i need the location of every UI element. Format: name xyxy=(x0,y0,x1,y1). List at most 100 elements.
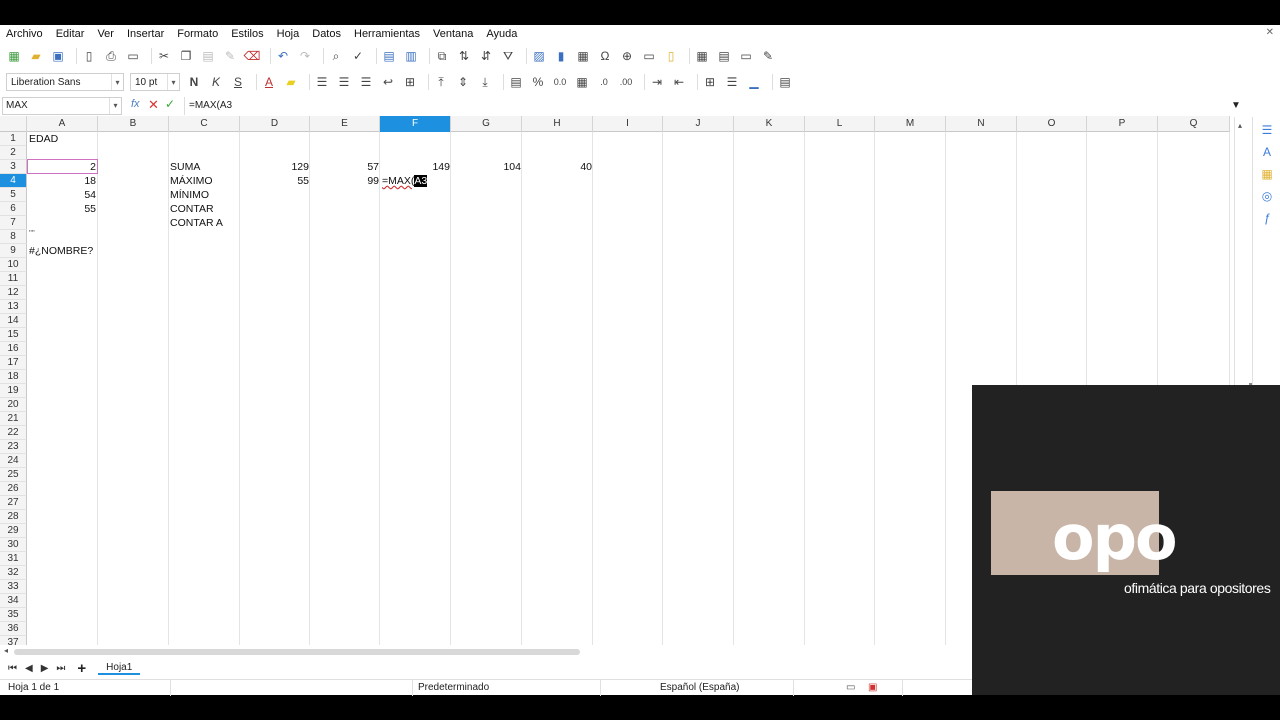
column-header-i[interactable]: I xyxy=(593,116,663,132)
column-header-k[interactable]: K xyxy=(734,116,805,132)
number-format-button[interactable]: 0.0 xyxy=(552,74,568,90)
row-header[interactable]: 21 xyxy=(0,412,27,426)
previous-sheet-icon[interactable]: ◀ xyxy=(25,663,33,674)
row-header[interactable]: 9 xyxy=(0,244,27,258)
row-header[interactable]: 19 xyxy=(0,384,27,398)
chevron-down-icon[interactable]: ▾ xyxy=(111,74,123,90)
row-header[interactable]: 18 xyxy=(0,370,27,384)
define-print-area-icon[interactable]: ▦ xyxy=(694,48,710,64)
row-header[interactable]: 3 xyxy=(0,160,27,174)
column-icon[interactable]: ▥ xyxy=(403,48,419,64)
cancel-icon[interactable]: ✕ xyxy=(148,97,159,113)
cell-a1[interactable]: EDAD xyxy=(29,132,97,146)
accept-icon[interactable]: ✓ xyxy=(165,97,175,111)
row-header[interactable]: 13 xyxy=(0,300,27,314)
column-header-d[interactable]: D xyxy=(240,116,310,132)
navigator-icon[interactable]: ◎ xyxy=(1259,189,1275,205)
column-header-p[interactable]: P xyxy=(1087,116,1158,132)
name-box[interactable]: MAX ▾ xyxy=(2,97,122,115)
row-header[interactable]: 20 xyxy=(0,398,27,412)
cut-icon[interactable]: ✂ xyxy=(156,48,172,64)
menu-ver[interactable]: Ver xyxy=(97,28,114,40)
auto-filter-icon[interactable]: ⧉ xyxy=(434,48,450,64)
align-right-icon[interactable]: ☰ xyxy=(358,74,374,90)
cell-a4[interactable]: 18 xyxy=(27,174,96,188)
row-header[interactable]: 26 xyxy=(0,482,27,496)
cell-c3[interactable]: SUMA xyxy=(170,160,238,174)
decrease-indent-icon[interactable]: ⇤ xyxy=(671,74,687,90)
cell-a6[interactable]: 55 xyxy=(27,202,96,216)
row-header[interactable]: 28 xyxy=(0,510,27,524)
page-style[interactable]: Predeterminado xyxy=(418,682,489,693)
row-header[interactable]: 35 xyxy=(0,608,27,622)
date-format-icon[interactable]: ▦ xyxy=(574,74,590,90)
export-pdf-icon[interactable]: ▯ xyxy=(81,48,97,64)
bold-button[interactable]: N xyxy=(186,74,202,90)
column-header-b[interactable]: B xyxy=(98,116,169,132)
underline-button[interactable]: S xyxy=(230,74,246,90)
first-sheet-icon[interactable]: ⏮ xyxy=(8,663,17,674)
row-header[interactable]: 23 xyxy=(0,440,27,454)
cell-a5[interactable]: 54 xyxy=(27,188,96,202)
column-header-j[interactable]: J xyxy=(663,116,734,132)
hyperlink-icon[interactable]: ⊕ xyxy=(619,48,635,64)
last-sheet-icon[interactable]: ⏭ xyxy=(56,663,65,674)
row-header[interactable]: 1 xyxy=(0,132,27,146)
special-character-icon[interactable]: Ω xyxy=(597,48,613,64)
chevron-down-icon[interactable]: ▾ xyxy=(109,98,121,114)
sort-ascending-icon[interactable]: ⇅ xyxy=(456,48,472,64)
scrollbar-thumb[interactable] xyxy=(14,649,580,655)
cell-a8[interactable]: "" xyxy=(29,227,97,241)
column-header-o[interactable]: O xyxy=(1017,116,1087,132)
column-header-a[interactable]: A xyxy=(27,116,98,132)
show-draw-functions-icon[interactable]: ✎ xyxy=(760,48,776,64)
align-bottom-icon[interactable]: ⤓ xyxy=(477,74,493,90)
menu-datos[interactable]: Datos xyxy=(312,28,341,40)
cell-a3[interactable]: 2 xyxy=(27,160,96,174)
functions-icon[interactable]: ƒ xyxy=(1259,211,1275,227)
row-header[interactable]: 36 xyxy=(0,622,27,636)
scroll-left-icon[interactable]: ◂ xyxy=(4,646,8,655)
chevron-down-icon[interactable]: ▾ xyxy=(167,74,179,90)
row-header[interactable]: 15 xyxy=(0,328,27,342)
function-wizard-icon[interactable]: fx xyxy=(131,98,140,110)
spellcheck-icon[interactable]: ✓ xyxy=(350,48,366,64)
undo-icon[interactable]: ↶ xyxy=(275,48,291,64)
conditional-format-icon[interactable]: ▤ xyxy=(777,74,793,90)
column-header-e[interactable]: E xyxy=(310,116,380,132)
headers-footers-icon[interactable]: ▯ xyxy=(663,48,679,64)
add-sheet-button[interactable]: + xyxy=(77,660,86,677)
close-document-icon[interactable]: ✕ xyxy=(1266,27,1274,38)
freeze-rows-columns-icon[interactable]: ▤ xyxy=(716,48,732,64)
scroll-up-icon[interactable]: ▴ xyxy=(1238,121,1246,130)
row-header[interactable]: 17 xyxy=(0,356,27,370)
row-header[interactable]: 8 xyxy=(0,230,27,244)
menu-herramientas[interactable]: Herramientas xyxy=(354,28,420,40)
menu-archivo[interactable]: Archivo xyxy=(6,28,43,40)
cell-h3[interactable]: 40 xyxy=(522,160,592,174)
clone-formatting-icon[interactable]: ✎ xyxy=(222,48,238,64)
row-header[interactable]: 2 xyxy=(0,146,27,160)
row-header[interactable]: 11 xyxy=(0,272,27,286)
italic-button[interactable]: K xyxy=(208,74,224,90)
row-header[interactable]: 34 xyxy=(0,594,27,608)
open-folder-icon[interactable]: ▰ xyxy=(28,48,44,64)
sheet-tab-hoja1[interactable]: Hoja1 xyxy=(98,662,141,675)
row-header[interactable]: 24 xyxy=(0,454,27,468)
insert-chart-icon[interactable]: ▮ xyxy=(553,48,569,64)
sort-descending-icon[interactable]: ⇵ xyxy=(478,48,494,64)
cell-e3[interactable]: 57 xyxy=(310,160,379,174)
save-icon[interactable]: ▣ xyxy=(50,48,66,64)
column-header-h[interactable]: H xyxy=(522,116,593,132)
row-header[interactable]: 16 xyxy=(0,342,27,356)
menu-estilos[interactable]: Estilos xyxy=(231,28,263,40)
column-header-q[interactable]: Q xyxy=(1158,116,1230,132)
new-document-icon[interactable]: ▦ xyxy=(6,48,22,64)
wrap-text-icon[interactable]: ↩ xyxy=(380,74,396,90)
column-header-m[interactable]: M xyxy=(875,116,946,132)
currency-format-icon[interactable]: ▤ xyxy=(508,74,524,90)
language-status[interactable]: Español (España) xyxy=(660,682,740,693)
cell-c6[interactable]: CONTAR xyxy=(170,202,238,216)
menu-insertar[interactable]: Insertar xyxy=(127,28,164,40)
redo-icon[interactable]: ↷ xyxy=(297,48,313,64)
